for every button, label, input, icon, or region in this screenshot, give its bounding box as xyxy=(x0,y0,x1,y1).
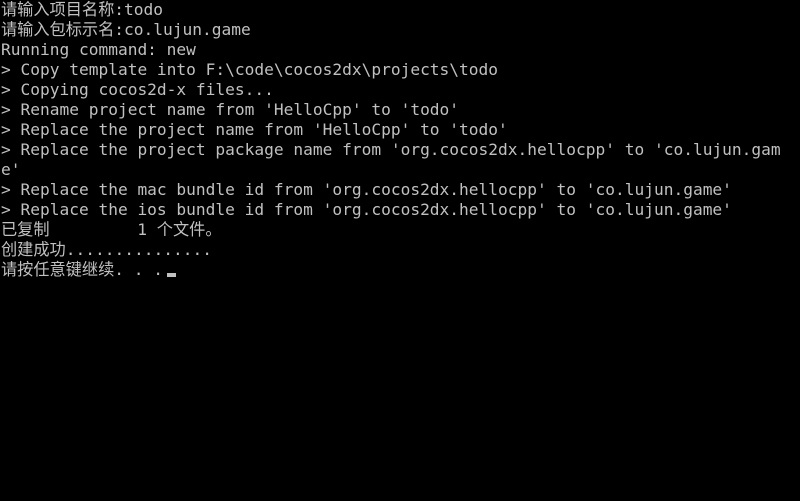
console-line-replace-package-name-wrap: e' xyxy=(1,160,21,179)
console-line-package-name-prompt: 请输入包标示名:co.lujun.game xyxy=(1,20,251,39)
console-line-copying-files: > Copying cocos2d-x files... xyxy=(1,80,274,99)
console-line-replace-package-name: > Replace the project package name from … xyxy=(1,140,781,159)
console-line-replace-mac-bundle-id: > Replace the mac bundle id from 'org.co… xyxy=(1,180,732,199)
text-cursor xyxy=(167,273,177,277)
console-line-create-success: 创建成功............... xyxy=(1,240,212,259)
press-any-key-text: 请按任意键继续. . . xyxy=(1,260,164,279)
console-line-replace-ios-bundle-id: > Replace the ios bundle id from 'org.co… xyxy=(1,200,732,219)
console-line-press-any-key: 请按任意键继续. . . xyxy=(0,260,800,280)
console-line-rename-project: > Rename project name from 'HelloCpp' to… xyxy=(1,100,460,119)
console-line-running-command: Running command: new xyxy=(1,40,196,59)
console-window[interactable]: 请输入项目名称:todo 请输入包标示名:co.lujun.game Runni… xyxy=(0,0,800,501)
console-line-files-copied: 已复制 1 个文件。 xyxy=(1,220,222,239)
console-line-replace-project-name: > Replace the project name from 'HelloCp… xyxy=(1,120,508,139)
console-line-copy-template: > Copy template into F:\code\cocos2dx\pr… xyxy=(1,60,499,79)
console-line-project-name-prompt: 请输入项目名称:todo xyxy=(1,0,164,19)
